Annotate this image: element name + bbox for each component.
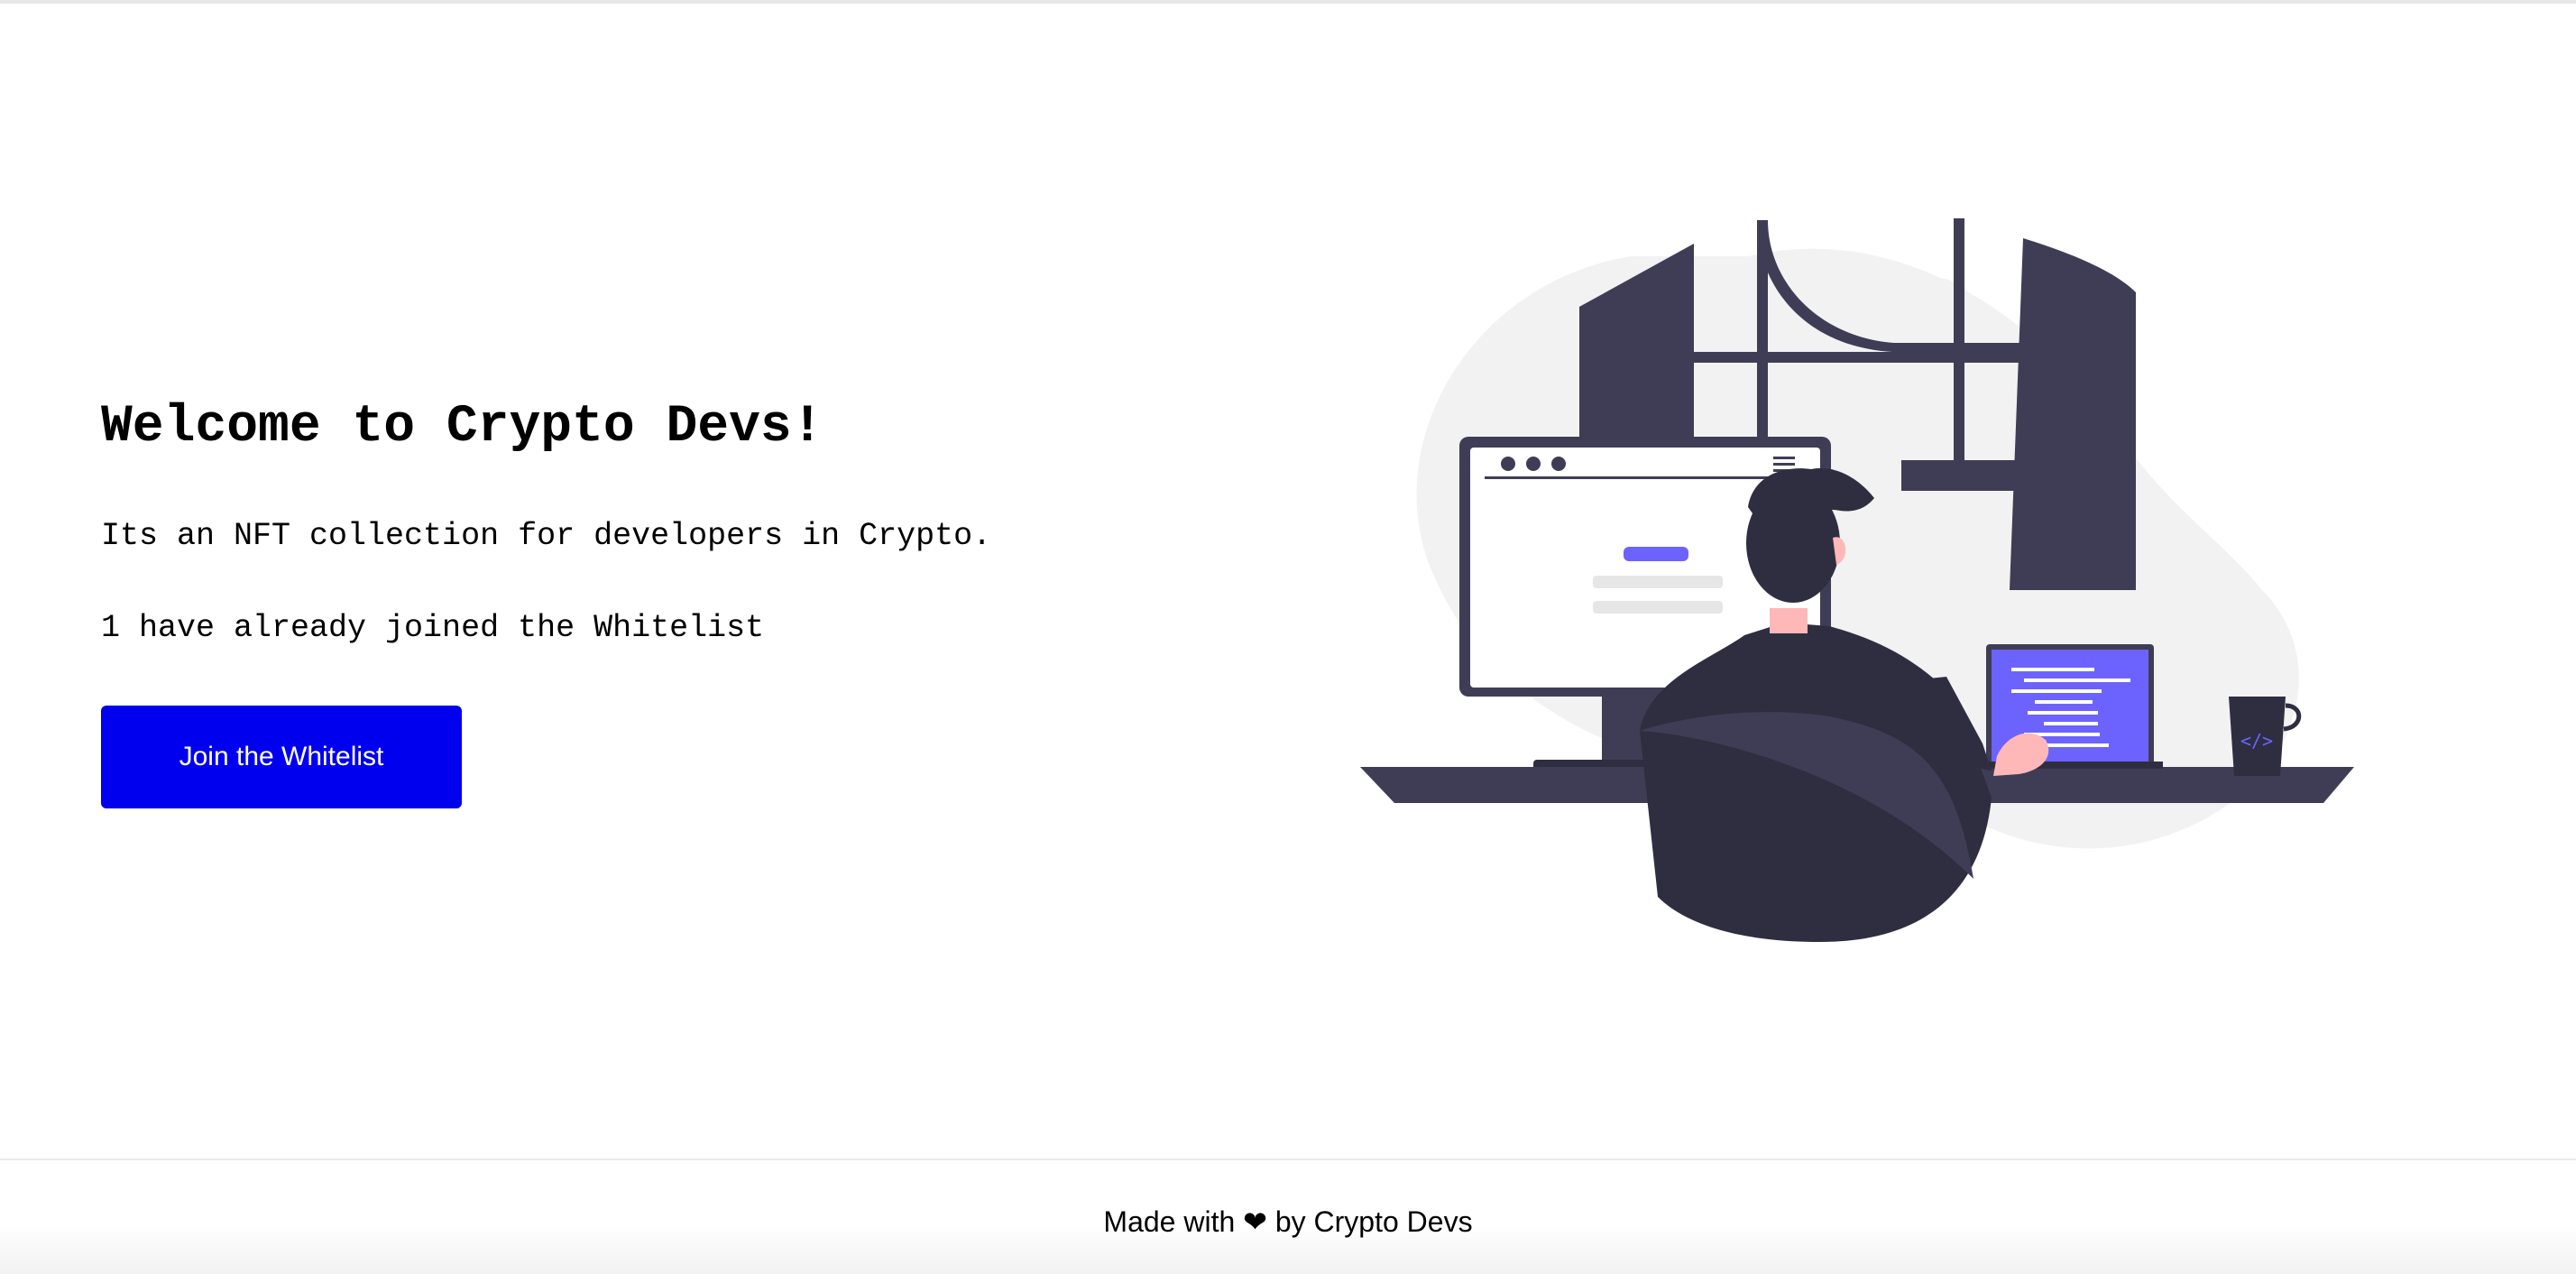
mug-code-icon: </> <box>2240 730 2273 752</box>
page-title: Welcome to Crypto Devs! <box>101 398 823 457</box>
window-right-panel <box>2010 238 2136 590</box>
browser-placeholder-line-2 <box>1593 601 1723 614</box>
whitelist-count-text: 1 have already joined the Whitelist <box>101 610 765 646</box>
browser-dot-1 <box>1501 457 1515 471</box>
browser-dot-3 <box>1551 457 1566 471</box>
hamburger-line-1 <box>1773 457 1795 459</box>
window-mullion-left <box>1757 220 1768 455</box>
browser-toolbar-line <box>1485 476 1806 479</box>
developer-illustration: </> <box>1360 218 2354 942</box>
browser-accent-bar <box>1624 547 1688 561</box>
browser-placeholder-line-1 <box>1593 576 1723 588</box>
footer: Made with ❤ by Crypto Devs <box>0 1159 2576 1274</box>
window-sill <box>1901 460 2019 491</box>
window-crossbar <box>1694 352 2028 363</box>
join-whitelist-button[interactable]: Join the Whitelist <box>101 706 462 808</box>
main-section: Welcome to Crypto Devs! Its an NFT colle… <box>0 4 2576 1159</box>
browser-dot-2 <box>1526 457 1541 471</box>
collection-description: Its an NFT collection for developers in … <box>101 518 992 554</box>
person-neck <box>1770 608 1808 633</box>
footer-text: Made with ❤ by Crypto Devs <box>1103 1205 1473 1238</box>
hamburger-line-2 <box>1773 463 1795 466</box>
